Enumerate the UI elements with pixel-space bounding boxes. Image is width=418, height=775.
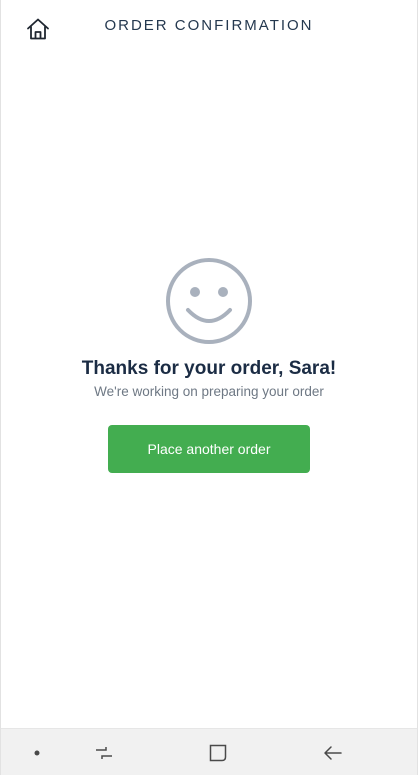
home-square-icon bbox=[209, 744, 227, 762]
system-navigation-bar bbox=[1, 728, 417, 775]
system-home-button[interactable] bbox=[206, 741, 230, 765]
app-header: ORDER CONFIRMATION bbox=[1, 0, 417, 52]
dot-icon bbox=[34, 750, 40, 756]
smiley-face-icon bbox=[166, 258, 252, 344]
thank-you-heading: Thanks for your order, Sara! bbox=[81, 358, 337, 379]
recent-apps-button[interactable] bbox=[92, 741, 116, 765]
place-another-order-button[interactable]: Place another order bbox=[108, 425, 310, 473]
back-arrow-icon bbox=[324, 746, 342, 760]
status-message: We're working on preparing your order bbox=[94, 384, 324, 399]
nav-dot-button[interactable] bbox=[25, 741, 49, 765]
confirmation-content: Thanks for your order, Sara! We're worki… bbox=[1, 256, 417, 473]
order-confirmation-screen: ORDER CONFIRMATION Thanks for your order… bbox=[0, 0, 418, 775]
recent-apps-icon bbox=[96, 747, 112, 759]
back-button[interactable] bbox=[321, 741, 345, 765]
page-title: ORDER CONFIRMATION bbox=[104, 17, 314, 34]
